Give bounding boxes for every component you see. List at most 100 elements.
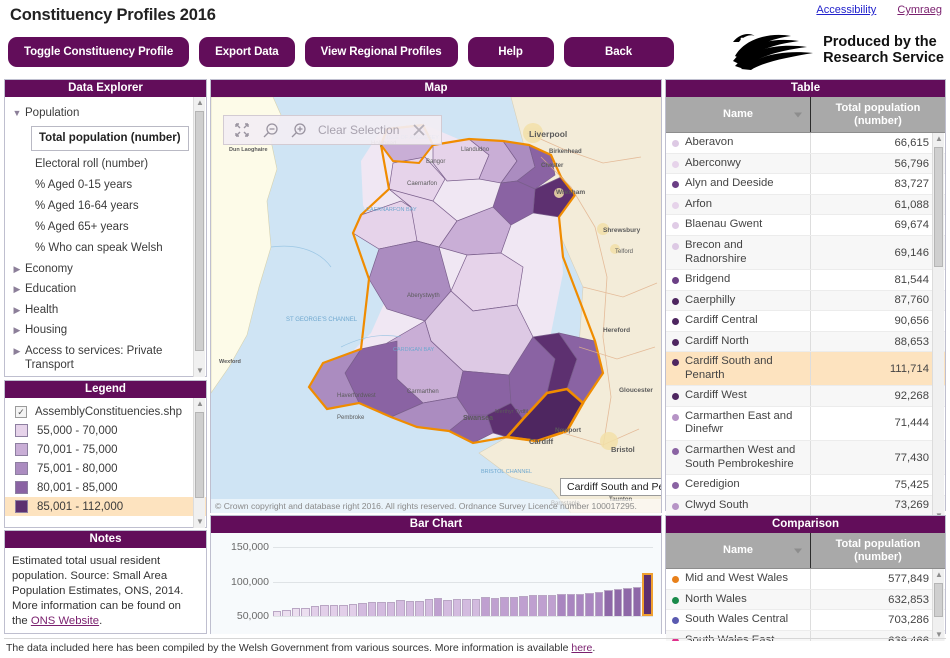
- table-row[interactable]: Cardiff South and Penarth111,714: [666, 352, 945, 386]
- table-row[interactable]: Cardiff North88,653: [666, 332, 945, 353]
- bar[interactable]: [510, 597, 518, 616]
- table-header-name[interactable]: Name: [666, 97, 811, 132]
- comparison-row[interactable]: South Wales Central703,286: [666, 610, 945, 631]
- de-category-health[interactable]: ▶ Health: [5, 300, 206, 320]
- table-row[interactable]: Blaenau Gwent69,674: [666, 215, 945, 236]
- de-item-aged-0-15[interactable]: % Aged 0-15 years: [5, 175, 206, 196]
- bar[interactable]: [387, 602, 395, 616]
- bar[interactable]: [292, 608, 300, 616]
- de-item-electoral-roll[interactable]: Electoral roll (number): [5, 154, 206, 175]
- view-regional-profiles-button[interactable]: View Regional Profiles: [305, 37, 458, 67]
- bar[interactable]: [491, 598, 499, 616]
- table-row[interactable]: Alyn and Deeside83,727: [666, 174, 945, 195]
- bar[interactable]: [548, 595, 556, 616]
- bar[interactable]: [339, 605, 347, 616]
- legend-class-4[interactable]: 85,001 - 112,000: [5, 497, 206, 516]
- bar[interactable]: [462, 599, 470, 616]
- table-row[interactable]: Cardiff Central90,656: [666, 311, 945, 332]
- bar[interactable]: [453, 599, 461, 616]
- table-row[interactable]: Carmarthen West and South Pembrokeshire7…: [666, 441, 945, 475]
- de-item-speak-welsh[interactable]: % Who can speak Welsh: [5, 238, 206, 259]
- bar[interactable]: [349, 604, 357, 616]
- bar[interactable]: [472, 599, 480, 616]
- table-row[interactable]: Aberconwy56,796: [666, 154, 945, 175]
- bar[interactable]: [320, 605, 328, 616]
- bar[interactable]: [595, 592, 603, 616]
- comparison-scroll-area[interactable]: Mid and West Wales577,849North Wales632,…: [666, 569, 945, 641]
- bar[interactable]: [282, 610, 290, 616]
- table-row[interactable]: Bridgend81,544: [666, 270, 945, 291]
- table-row[interactable]: Caerphilly87,760: [666, 291, 945, 312]
- expand-icon[interactable]: [230, 119, 254, 141]
- zoom-in-icon[interactable]: [286, 119, 310, 141]
- sort-descending-icon[interactable]: [794, 548, 802, 553]
- back-button[interactable]: Back: [564, 37, 674, 67]
- table-row[interactable]: Clwyd South73,269: [666, 496, 945, 517]
- de-category-education[interactable]: ▶ Education: [5, 279, 206, 299]
- comparison-scrollbar[interactable]: ▲ ▼: [932, 569, 944, 641]
- bar[interactable]: [614, 589, 622, 616]
- legend-class-2[interactable]: 75,001 - 80,000: [5, 459, 206, 478]
- sort-descending-icon[interactable]: [794, 112, 802, 117]
- bar[interactable]: [604, 590, 612, 616]
- toggle-constituency-profile-button[interactable]: Toggle Constituency Profile: [8, 37, 189, 67]
- ons-website-link[interactable]: ONS Website: [31, 615, 99, 627]
- table-scroll-area[interactable]: Aberavon66,615Aberconwy56,796Alyn and De…: [666, 133, 945, 522]
- data-explorer-scrollbar[interactable]: ▲ ▼: [193, 97, 205, 377]
- comparison-row[interactable]: Mid and West Wales577,849: [666, 569, 945, 590]
- de-category-housing[interactable]: ▶ Housing: [5, 320, 206, 340]
- bar[interactable]: [377, 602, 385, 616]
- table-row[interactable]: Carmarthen East and Dinefwr71,444: [666, 407, 945, 441]
- bar[interactable]: [358, 603, 366, 616]
- bar[interactable]: [273, 611, 281, 616]
- bar[interactable]: [434, 598, 442, 616]
- bar[interactable]: [443, 600, 451, 616]
- bar[interactable]: [642, 573, 652, 616]
- scroll-down-icon[interactable]: ▼: [194, 365, 206, 377]
- bar[interactable]: [585, 593, 593, 616]
- legend-class-1[interactable]: 70,001 - 75,000: [5, 440, 206, 459]
- bar[interactable]: [301, 608, 309, 616]
- bar[interactable]: [330, 605, 338, 616]
- bar[interactable]: [500, 597, 508, 616]
- legend-scrollbar[interactable]: ▲ ▼: [193, 398, 205, 528]
- footer-here-link[interactable]: here: [571, 642, 592, 654]
- scrollbar-thumb[interactable]: [934, 583, 943, 617]
- clear-selection-label[interactable]: Clear Selection: [314, 123, 403, 137]
- scroll-up-icon[interactable]: ▲: [933, 133, 945, 145]
- table-row[interactable]: Cardiff West92,268: [666, 386, 945, 407]
- bar[interactable]: [529, 595, 537, 616]
- de-item-aged-16-64[interactable]: % Aged 16-64 years: [5, 196, 206, 217]
- scroll-up-icon[interactable]: ▲: [194, 97, 206, 109]
- bar[interactable]: [623, 588, 631, 616]
- de-category-economy[interactable]: ▶ Economy: [5, 259, 206, 279]
- bar[interactable]: [576, 594, 584, 616]
- scrollbar-thumb[interactable]: [195, 412, 204, 498]
- de-item-total-population[interactable]: Total population (number): [5, 123, 206, 154]
- bar[interactable]: [425, 599, 433, 616]
- close-icon[interactable]: [407, 119, 431, 141]
- bar[interactable]: [396, 600, 404, 616]
- bar[interactable]: [633, 587, 641, 616]
- bar[interactable]: [538, 595, 546, 616]
- de-item-aged-65-plus[interactable]: % Aged 65+ years: [5, 217, 206, 238]
- export-data-button[interactable]: Export Data: [199, 37, 294, 67]
- zoom-out-icon[interactable]: [258, 119, 282, 141]
- scrollbar-thumb[interactable]: [195, 111, 204, 351]
- bar[interactable]: [415, 601, 423, 616]
- comparison-row[interactable]: South Wales East639,466: [666, 631, 945, 641]
- comparison-header-value[interactable]: Total population (number): [811, 533, 945, 568]
- bar[interactable]: [567, 594, 575, 616]
- bar[interactable]: [557, 594, 565, 616]
- table-scrollbar[interactable]: ▲ ▼: [932, 133, 944, 522]
- checkbox-icon[interactable]: ✓: [15, 406, 27, 418]
- legend-layer-row[interactable]: ✓ AssemblyConstituencies.shp: [5, 403, 206, 421]
- cymraeg-link[interactable]: Cymraeg: [897, 4, 942, 16]
- table-row[interactable]: Ceredigion75,425: [666, 475, 945, 496]
- accessibility-link[interactable]: Accessibility: [816, 4, 876, 16]
- scroll-up-icon[interactable]: ▲: [933, 569, 945, 581]
- bar[interactable]: [481, 597, 489, 616]
- table-header-value[interactable]: Total population (number): [811, 97, 945, 132]
- help-button[interactable]: Help: [468, 37, 554, 67]
- scroll-down-icon[interactable]: ▼: [194, 516, 206, 528]
